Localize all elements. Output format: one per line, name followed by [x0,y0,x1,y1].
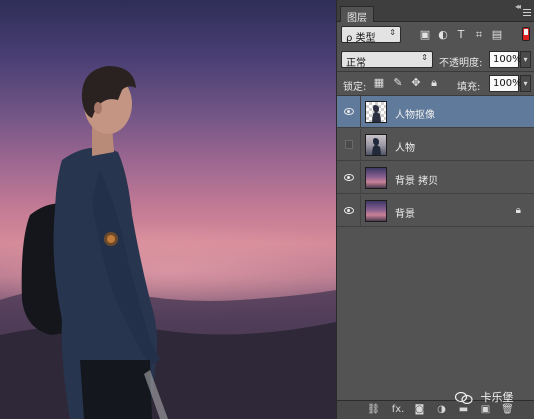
opacity-label: 不透明度: [439,58,483,69]
layer-name[interactable]: 人物 [395,139,415,154]
watermark: 卡乐堡 [455,389,514,407]
blend-mode-value: 正常 [346,58,366,69]
smart-object-filter-icon[interactable]: ▤ [491,29,503,41]
visibility-toggle[interactable] [337,129,361,161]
eye-icon [344,108,354,115]
filter-kind-label: ρ 类型 [346,33,376,44]
photo-scene [0,66,336,419]
eye-icon [344,207,354,214]
lock-move-icon[interactable]: ✥ [410,77,422,89]
document-canvas[interactable] [0,0,336,419]
visibility-toggle[interactable] [337,96,361,128]
chevron-updown-icon: ⇕ [421,53,428,62]
fill-input[interactable]: 100% [489,75,522,92]
lock-transparent-icon[interactable]: ▦ [373,77,385,89]
shape-filter-icon[interactable]: ⌗ [473,29,485,41]
type-filter-icon[interactable]: T [455,29,467,41]
hills-near [0,322,336,419]
visibility-toggle[interactable] [337,195,361,227]
panel-menu-icon[interactable] [523,9,531,16]
tab-layers[interactable]: 图层 [340,6,374,24]
fill-slider-toggle[interactable]: ▾ [520,75,531,92]
pixel-filter-icon[interactable]: ▣ [419,29,431,41]
layer-row-person-cutout[interactable]: 人物抠像 [337,96,534,128]
lock-brush-icon[interactable]: ✎ [392,77,404,89]
layer-row-background[interactable]: 背景 🔒︎ [337,195,534,227]
adjustment-icon[interactable]: ◑ [435,404,448,416]
opacity-slider-toggle[interactable]: ▾ [520,51,531,68]
lock-all-icon[interactable]: 🔒︎ [428,77,440,89]
opacity-input[interactable]: 100% [489,51,522,68]
filter-toggle-switch[interactable] [522,27,530,41]
watermark-text: 卡乐堡 [480,391,514,404]
blend-mode-select[interactable]: 正常 ⇕ [341,51,433,69]
fill-label: 填充: [457,82,481,93]
eye-icon [344,174,354,181]
layer-row-background-copy[interactable]: 背景 拷贝 [337,162,534,194]
collapse-icon[interactable]: ◂◂ [515,2,521,11]
chat-bubbles-icon [455,392,473,404]
layer-name[interactable]: 人物抠像 [395,106,435,121]
layer-name[interactable]: 背景 [395,205,415,220]
layers-panel: 图层 ◂◂ ρ 类型 ⇕ ▣ ◐ T ⌗ ▤ 正常 ⇕ 不透明度: 100% ▾… [336,0,534,419]
layer-row-person[interactable]: 人物 [337,129,534,161]
lock-label: 锁定: [343,82,367,93]
adjustment-filter-icon[interactable]: ◐ [437,29,449,41]
visibility-toggle[interactable] [337,162,361,194]
layer-thumbnail [365,101,387,123]
fx-icon[interactable]: fx. [389,404,407,416]
layer-thumbnail [365,200,387,222]
visibility-off-box-icon [345,140,353,149]
chevron-updown-icon: ⇕ [389,28,396,37]
layer-thumbnail [365,134,387,156]
layer-lock-icon: 🔒︎ [515,205,521,216]
layer-name[interactable]: 背景 拷贝 [395,172,438,187]
filter-kind-select[interactable]: ρ 类型 ⇕ [341,26,401,44]
layer-thumbnail [365,167,387,189]
mask-icon[interactable]: ◙ [413,404,426,416]
divider [337,71,534,72]
link-icon[interactable]: ⛓ [367,404,380,416]
panel-tabbar: 图层 ◂◂ [337,0,534,24]
